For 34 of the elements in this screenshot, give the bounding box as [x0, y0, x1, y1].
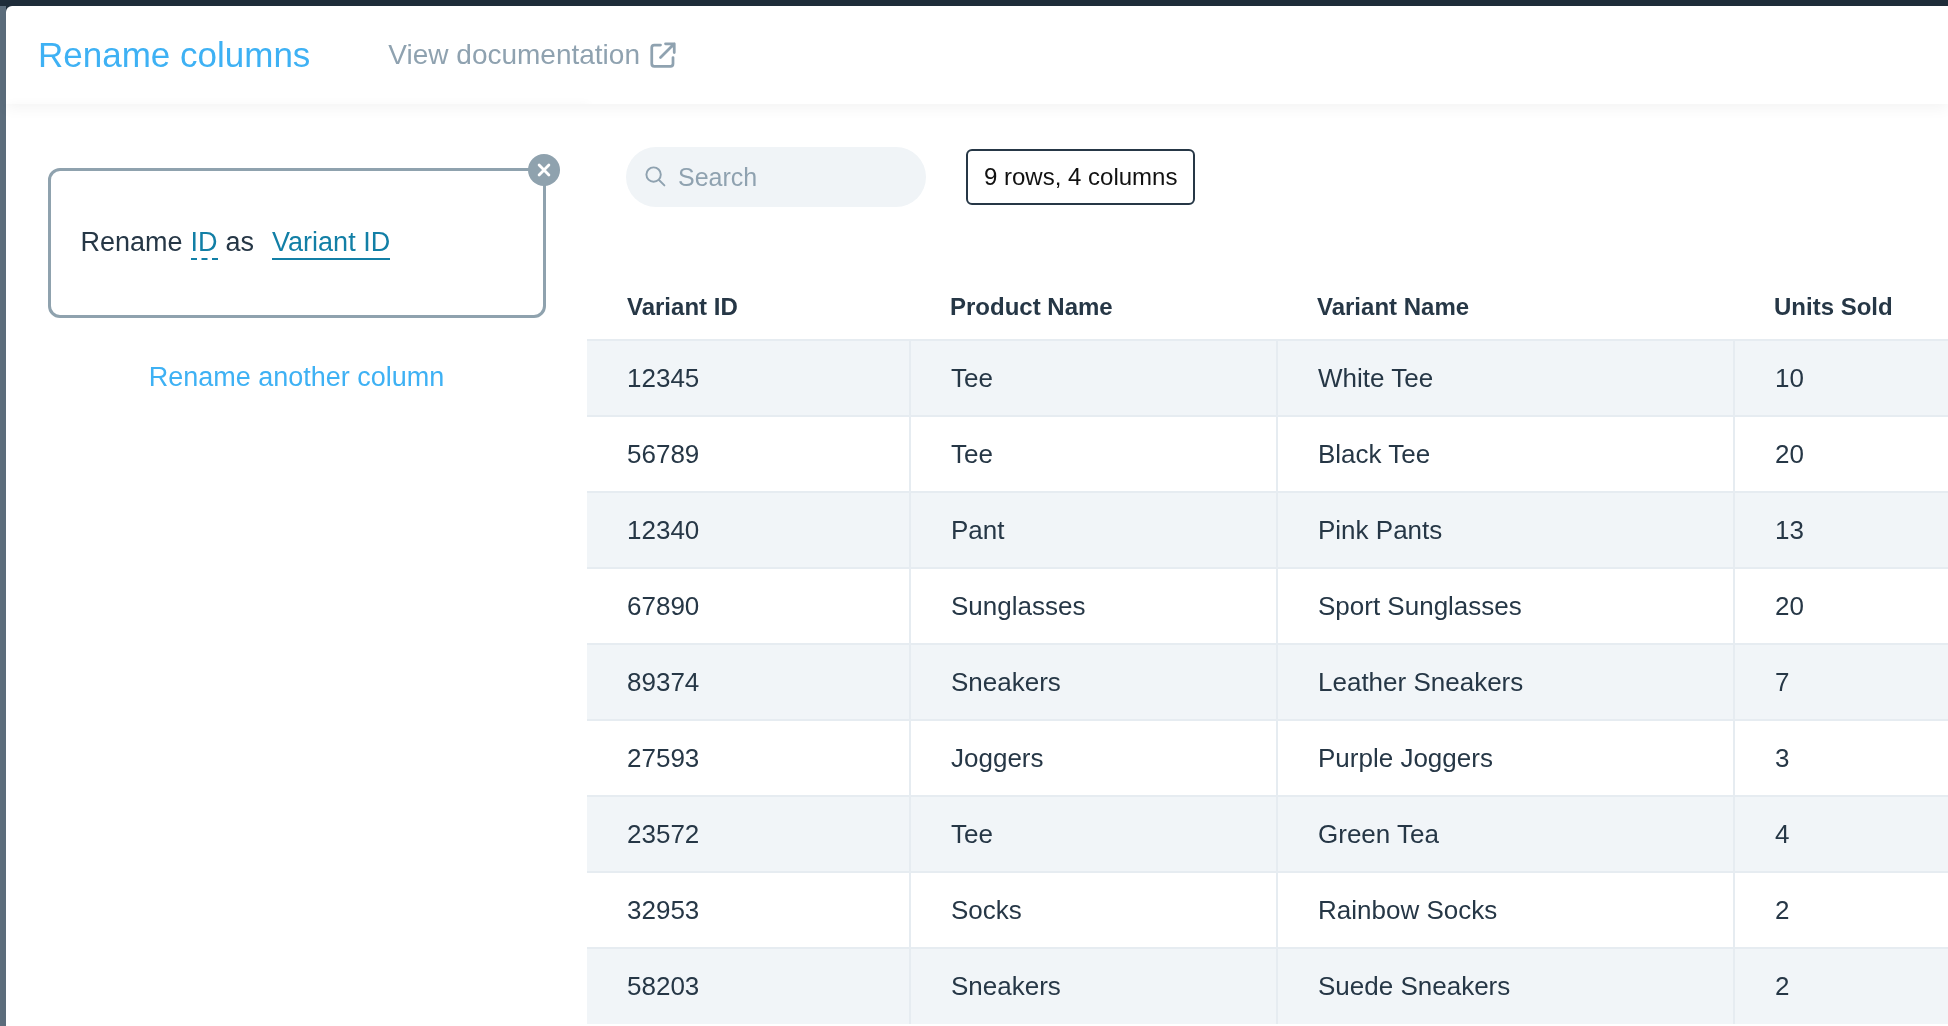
- remove-button[interactable]: [527, 154, 560, 186]
- table-cell: White Tee: [1277, 340, 1734, 416]
- close-icon: [536, 163, 551, 177]
- column-header[interactable]: Product Name: [910, 274, 1277, 340]
- table-cell: Green Tea: [1277, 796, 1734, 872]
- column-header[interactable]: Variant Name: [1277, 274, 1734, 340]
- table-cell: 89374: [587, 644, 910, 720]
- column-header[interactable]: Variant ID: [587, 274, 910, 340]
- table-cell: Pant: [910, 492, 1277, 568]
- table-cell: Pink Pants: [1277, 492, 1734, 568]
- search-field[interactable]: Search: [626, 147, 926, 207]
- table-cell: 10: [1734, 340, 1948, 416]
- table-cell: Suede Sneakers: [1277, 948, 1734, 1024]
- table-cell: Leather Sneakers: [1277, 644, 1734, 720]
- table-cell: 2: [1734, 948, 1948, 1024]
- as-label: as: [225, 226, 255, 258]
- table-cell: 23572: [587, 796, 910, 872]
- table-cell: Tee: [910, 340, 1277, 416]
- page-title: Rename columns: [38, 35, 311, 75]
- external-link-icon: [648, 40, 678, 70]
- new-name-field[interactable]: Variant ID: [272, 226, 391, 260]
- table-cell: 12345: [587, 340, 910, 416]
- table-cell: 12340: [587, 492, 910, 568]
- table-cell: 7: [1734, 644, 1948, 720]
- column-header[interactable]: Units Sold: [1734, 274, 1948, 340]
- table-cell: 58203: [587, 948, 910, 1024]
- table-cell: Sneakers: [910, 948, 1277, 1024]
- table-cell: 4: [1734, 796, 1948, 872]
- table-cell: Sneakers: [910, 644, 1277, 720]
- source-column-name[interactable]: ID: [190, 226, 218, 260]
- row-column-count: 9 rows, 4 columns: [966, 149, 1196, 205]
- table-cell: Tee: [910, 796, 1277, 872]
- rename-label: Rename: [80, 226, 183, 258]
- table-cell: 13: [1734, 492, 1948, 568]
